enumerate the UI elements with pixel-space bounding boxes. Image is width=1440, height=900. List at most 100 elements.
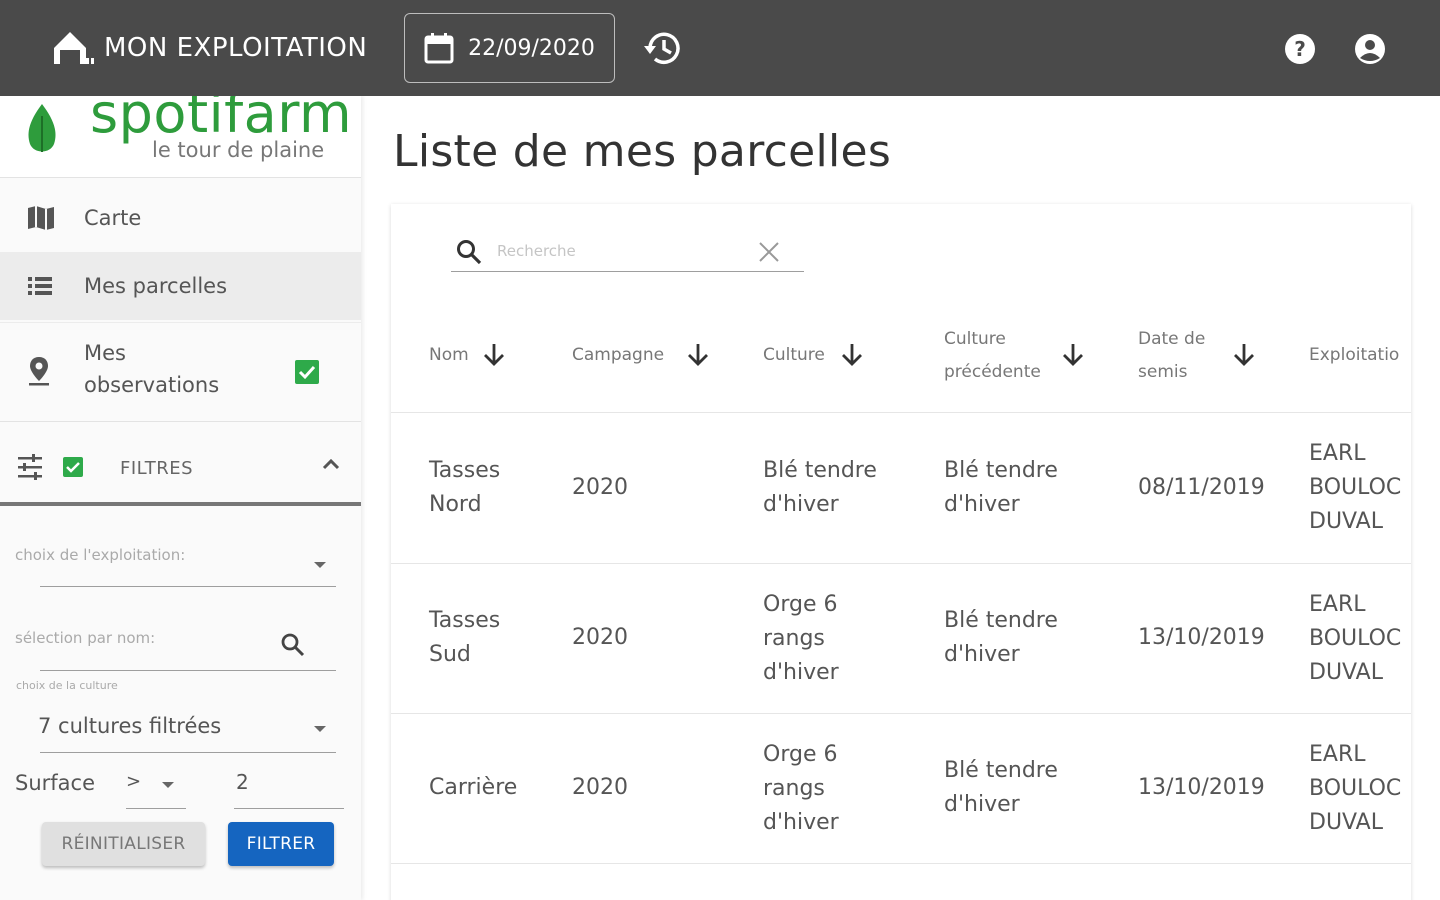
column-header-nom[interactable]: Nom [429, 339, 469, 372]
search-placeholder: Recherche [497, 242, 576, 260]
arrow-down-icon[interactable] [1232, 342, 1256, 368]
cell-culture: Orge 6 rangs d'hiver [763, 588, 839, 690]
cell-date-semis: 13/10/2019 [1138, 625, 1265, 650]
arrow-down-icon[interactable] [840, 342, 864, 368]
cell-campagne: 2020 [572, 625, 628, 650]
cell-line: Blé tendre [763, 458, 877, 483]
date-picker-button[interactable]: 22/09/2020 [404, 13, 615, 83]
history-icon[interactable] [642, 28, 684, 68]
name-search-label: sélection par nom: [15, 629, 156, 647]
column-header-campagne[interactable]: Campagne [572, 339, 664, 372]
filters-header[interactable]: FILTRES [0, 432, 361, 506]
cell-line: EARL [1309, 592, 1366, 617]
farm-selector-button[interactable]: MON EXPLOITATION [50, 28, 367, 68]
parcels-table-card: Recherche Nom Campagne Culture Culture p… [391, 204, 1411, 900]
cell-exploitation: EARL BOULOC DUVAL [1309, 738, 1401, 840]
exploitation-select[interactable] [40, 586, 336, 587]
cell-nom: Tasses Sud [429, 604, 500, 672]
cell-culture-precedente: Blé tendre d'hiver [944, 604, 1058, 672]
svg-text:?: ? [1294, 37, 1306, 61]
leaf-logo-icon [28, 104, 56, 152]
filter-button[interactable]: FILTRER [228, 822, 334, 866]
row-divider [391, 412, 1411, 413]
list-icon [28, 277, 52, 295]
table-search[interactable]: Recherche [451, 234, 804, 272]
cell-line: d'hiver [944, 642, 1020, 667]
cell-line: DUVAL [1309, 509, 1383, 534]
chevron-up-icon[interactable] [320, 456, 342, 472]
column-header-culture-precedente[interactable]: Culture précédente [944, 323, 1041, 389]
brand-tagline: le tour de plaine [152, 138, 325, 162]
cell-line: d'hiver [944, 492, 1020, 517]
name-search-input[interactable] [40, 670, 336, 671]
cell-line: BOULOC [1309, 776, 1402, 801]
observations-label-line2: observations [84, 373, 220, 397]
sidebar-item-observations[interactable]: Mes observations [0, 322, 361, 422]
header-line: Culture [944, 329, 1006, 349]
arrow-down-icon[interactable] [1061, 342, 1085, 368]
cell-culture: Blé tendre d'hiver [763, 454, 877, 522]
farm-icon [54, 32, 94, 64]
cell-campagne: 2020 [572, 775, 628, 800]
cell-line: Nord [429, 492, 482, 517]
caret-down-icon[interactable] [162, 782, 174, 788]
cell-line: rangs [763, 776, 825, 801]
farm-label: MON EXPLOITATION [104, 33, 368, 63]
arrow-down-icon[interactable] [686, 342, 710, 368]
cell-line: BOULOC [1309, 626, 1402, 651]
cell-exploitation: EARL BOULOC DUVAL [1309, 437, 1401, 539]
culture-select[interactable] [40, 752, 336, 753]
column-header-date-semis[interactable]: Date de semis [1138, 323, 1205, 389]
culture-select-value[interactable]: 7 cultures filtrées [38, 714, 221, 738]
arrow-down-icon[interactable] [482, 342, 506, 368]
sidebar-item-carte[interactable]: Carte [0, 184, 361, 252]
calendar-icon [424, 33, 454, 64]
checkbox-checked-icon[interactable] [294, 359, 320, 385]
surface-operator-select[interactable] [126, 808, 186, 809]
sidebar-item-label: Carte [84, 206, 142, 230]
cell-exploitation: EARL BOULOC DUVAL [1309, 588, 1401, 690]
cell-date-semis: 13/10/2019 [1138, 775, 1265, 800]
cell-line: Tasses [429, 608, 501, 633]
cell-line: BOULOC [1309, 475, 1402, 500]
top-app-bar: MON EXPLOITATION 22/09/2020 ? [0, 0, 1440, 96]
sidebar: spotifarm le tour de plaine Carte Mes pa… [0, 96, 361, 900]
reset-button[interactable]: RÉINITIALISER [42, 822, 205, 866]
header-line: semis [1138, 362, 1188, 382]
cell-nom: Tasses Nord [429, 454, 500, 522]
location-pin-icon [29, 357, 49, 386]
surface-input[interactable] [234, 808, 344, 809]
column-header-culture[interactable]: Culture [763, 339, 825, 372]
date-value: 22/09/2020 [468, 35, 595, 61]
cell-line: Sud [429, 642, 471, 667]
caret-down-icon[interactable] [314, 726, 326, 732]
column-header-exploitation[interactable]: Exploitatio [1309, 339, 1399, 372]
cell-line: d'hiver [763, 660, 839, 685]
header-line: précédente [944, 362, 1041, 382]
sidebar-item-label: Mes parcelles [84, 274, 228, 298]
account-icon[interactable] [1354, 33, 1386, 65]
page-title: Liste de mes parcelles [393, 126, 892, 177]
row-divider [391, 563, 1411, 564]
surface-operator[interactable]: > [126, 771, 141, 792]
help-icon[interactable]: ? [1284, 33, 1316, 65]
cell-line: Orge 6 [763, 592, 838, 617]
cell-date-semis: 08/11/2019 [1138, 475, 1265, 500]
cell-line: DUVAL [1309, 810, 1383, 835]
sidebar-item-parcelles[interactable]: Mes parcelles [0, 252, 361, 320]
cell-line: rangs [763, 626, 825, 651]
surface-value[interactable]: 2 [236, 770, 249, 794]
cell-line: d'hiver [763, 810, 839, 835]
cell-line: EARL [1309, 441, 1366, 466]
search-icon[interactable] [280, 632, 306, 658]
close-icon[interactable] [757, 240, 781, 264]
caret-down-icon[interactable] [314, 562, 326, 568]
spotifarm-logo: spotifarm le tour de plaine [0, 96, 361, 178]
checkbox-checked-icon[interactable] [62, 456, 84, 478]
cell-line: Tasses [429, 458, 501, 483]
exploitation-select-label: choix de l'exploitation: [15, 546, 186, 564]
cell-line: EARL [1309, 742, 1366, 767]
observations-label-line1: Mes [84, 341, 126, 365]
cell-nom: Carrière [429, 771, 517, 805]
cell-culture-precedente: Blé tendre d'hiver [944, 454, 1058, 522]
